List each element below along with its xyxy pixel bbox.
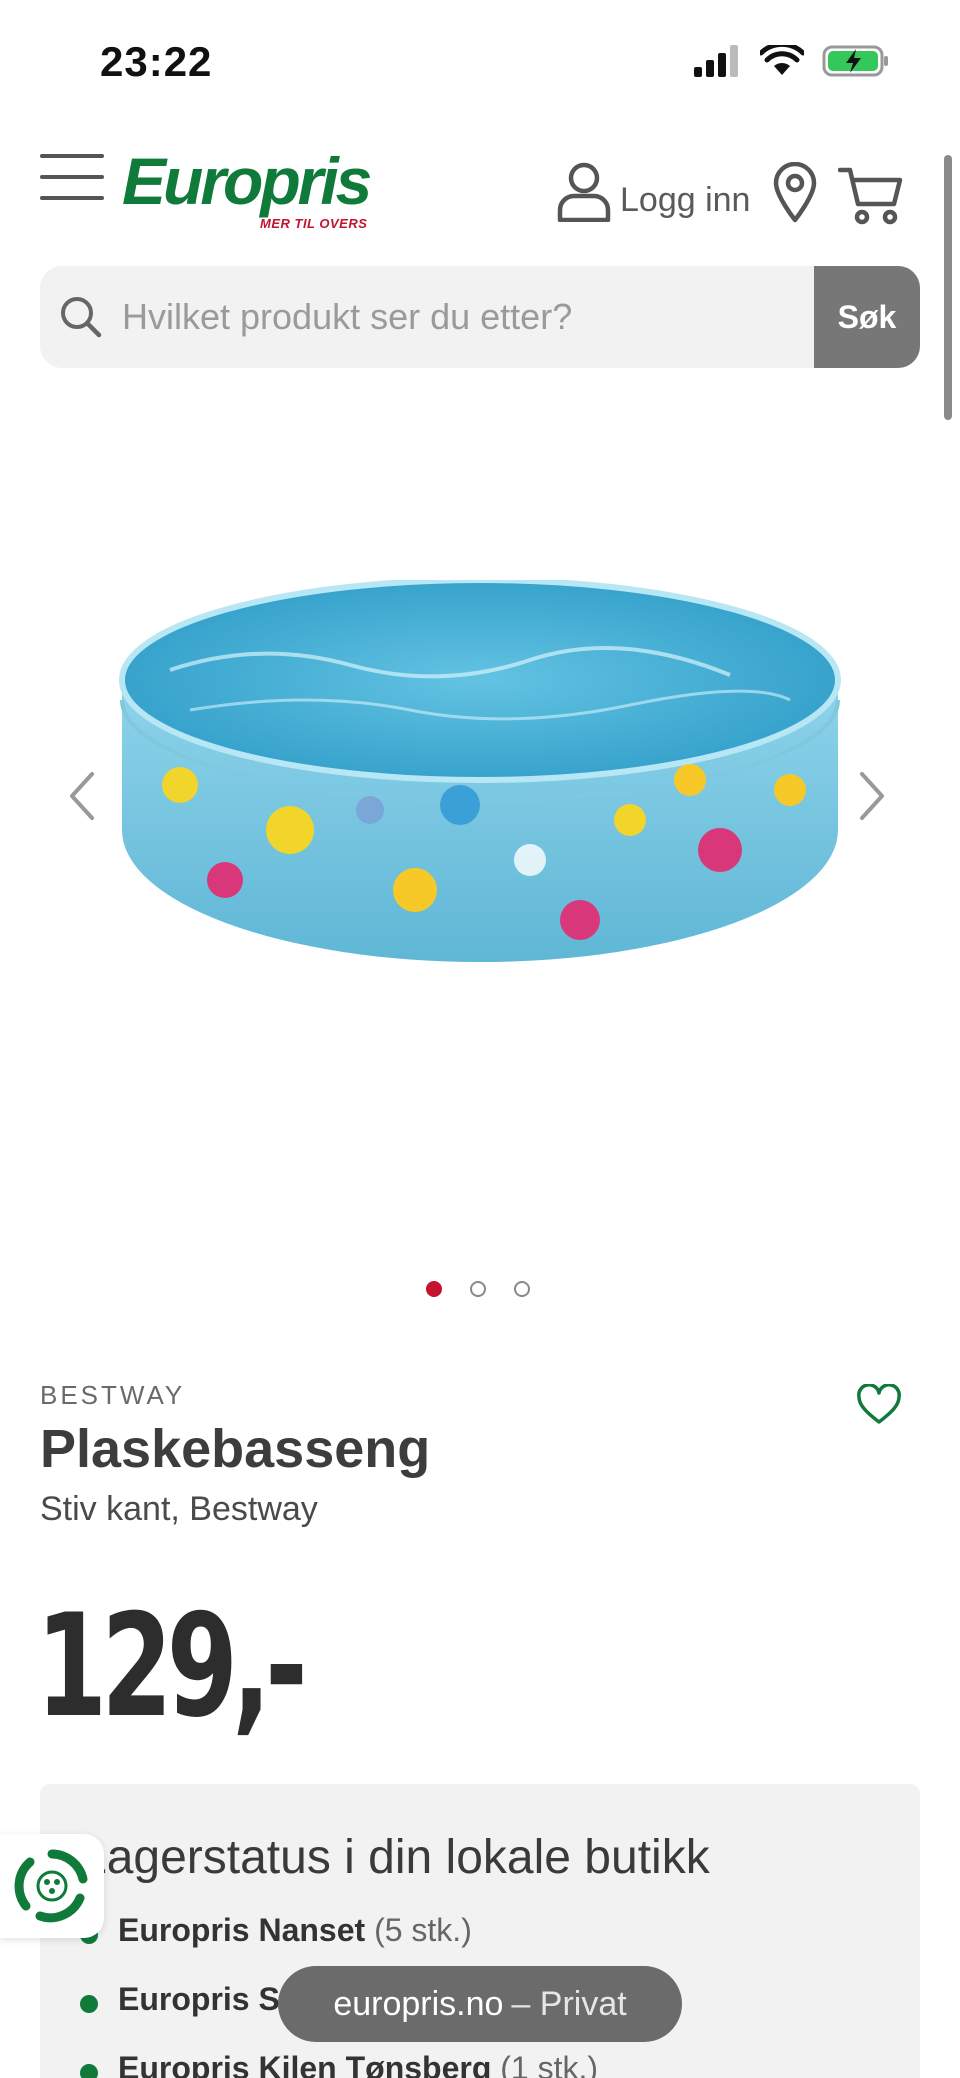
store-name: Europris Nanset (118, 1912, 366, 1948)
browser-private-mode: – Privat (511, 1984, 627, 2023)
status-icons (694, 44, 890, 78)
search-input[interactable] (122, 266, 842, 368)
status-time: 23:22 (100, 38, 213, 85)
battery-charging-icon (822, 45, 888, 77)
store-locator-icon[interactable] (772, 162, 818, 224)
europris-logo[interactable]: Europris MER TIL OVERS (122, 144, 372, 238)
login-label: Logg inn (620, 181, 751, 219)
product-price: 129,- (36, 1584, 308, 1749)
logo-wordmark: Europris (122, 144, 372, 218)
store-quantity: (5 stk.) (374, 1912, 472, 1948)
recycle-icon (14, 1849, 88, 1923)
previous-image-arrow-icon[interactable] (62, 768, 102, 824)
inflatable-pool-image[interactable] (110, 580, 850, 1010)
shopping-cart-icon[interactable] (838, 164, 904, 226)
store-quantity: (1 stk.) (500, 2050, 599, 2078)
status-bar: 23:22 (0, 0, 960, 120)
store-name: Europris S (118, 1981, 280, 2017)
eco-badge-button[interactable] (0, 1834, 104, 1938)
logo-tagline: MER TIL OVERS (260, 216, 368, 231)
pagination-dot-1[interactable] (426, 1281, 442, 1297)
browser-domain: europris.no (333, 1984, 504, 2023)
stock-status-title: Lagerstatus i din lokale butikk (80, 1831, 710, 1884)
pagination-dot-2[interactable] (470, 1281, 486, 1297)
store-name: Europris Kilen Tønsberg (118, 2050, 492, 2078)
product-subtitle: Stiv kant, Bestway (40, 1490, 318, 1528)
product-title: Plaskebasseng (40, 1419, 431, 1479)
search-bar: Søk (40, 266, 920, 368)
image-pagination (426, 1281, 530, 1297)
store-stock-item: Europris Kilen Tønsberg (1 stk.) (80, 2050, 598, 2078)
site-header: Europris MER TIL OVERS Logg inn (0, 140, 960, 250)
cellular-signal-icon (694, 45, 738, 77)
search-button[interactable]: Søk (814, 266, 920, 368)
heart-icon[interactable] (856, 1384, 902, 1426)
page-scrollbar[interactable] (944, 155, 952, 420)
menu-icon[interactable] (40, 154, 104, 204)
login-button[interactable]: Logg inn (556, 160, 750, 222)
wifi-icon (760, 45, 804, 75)
product-brand[interactable]: BESTWAY (40, 1380, 185, 1411)
pagination-dot-3[interactable] (514, 1281, 530, 1297)
search-icon (61, 297, 102, 338)
next-image-arrow-icon[interactable] (852, 768, 892, 824)
user-icon (557, 162, 611, 222)
browser-url-pill[interactable]: europris.no – Privat (278, 1966, 682, 2042)
